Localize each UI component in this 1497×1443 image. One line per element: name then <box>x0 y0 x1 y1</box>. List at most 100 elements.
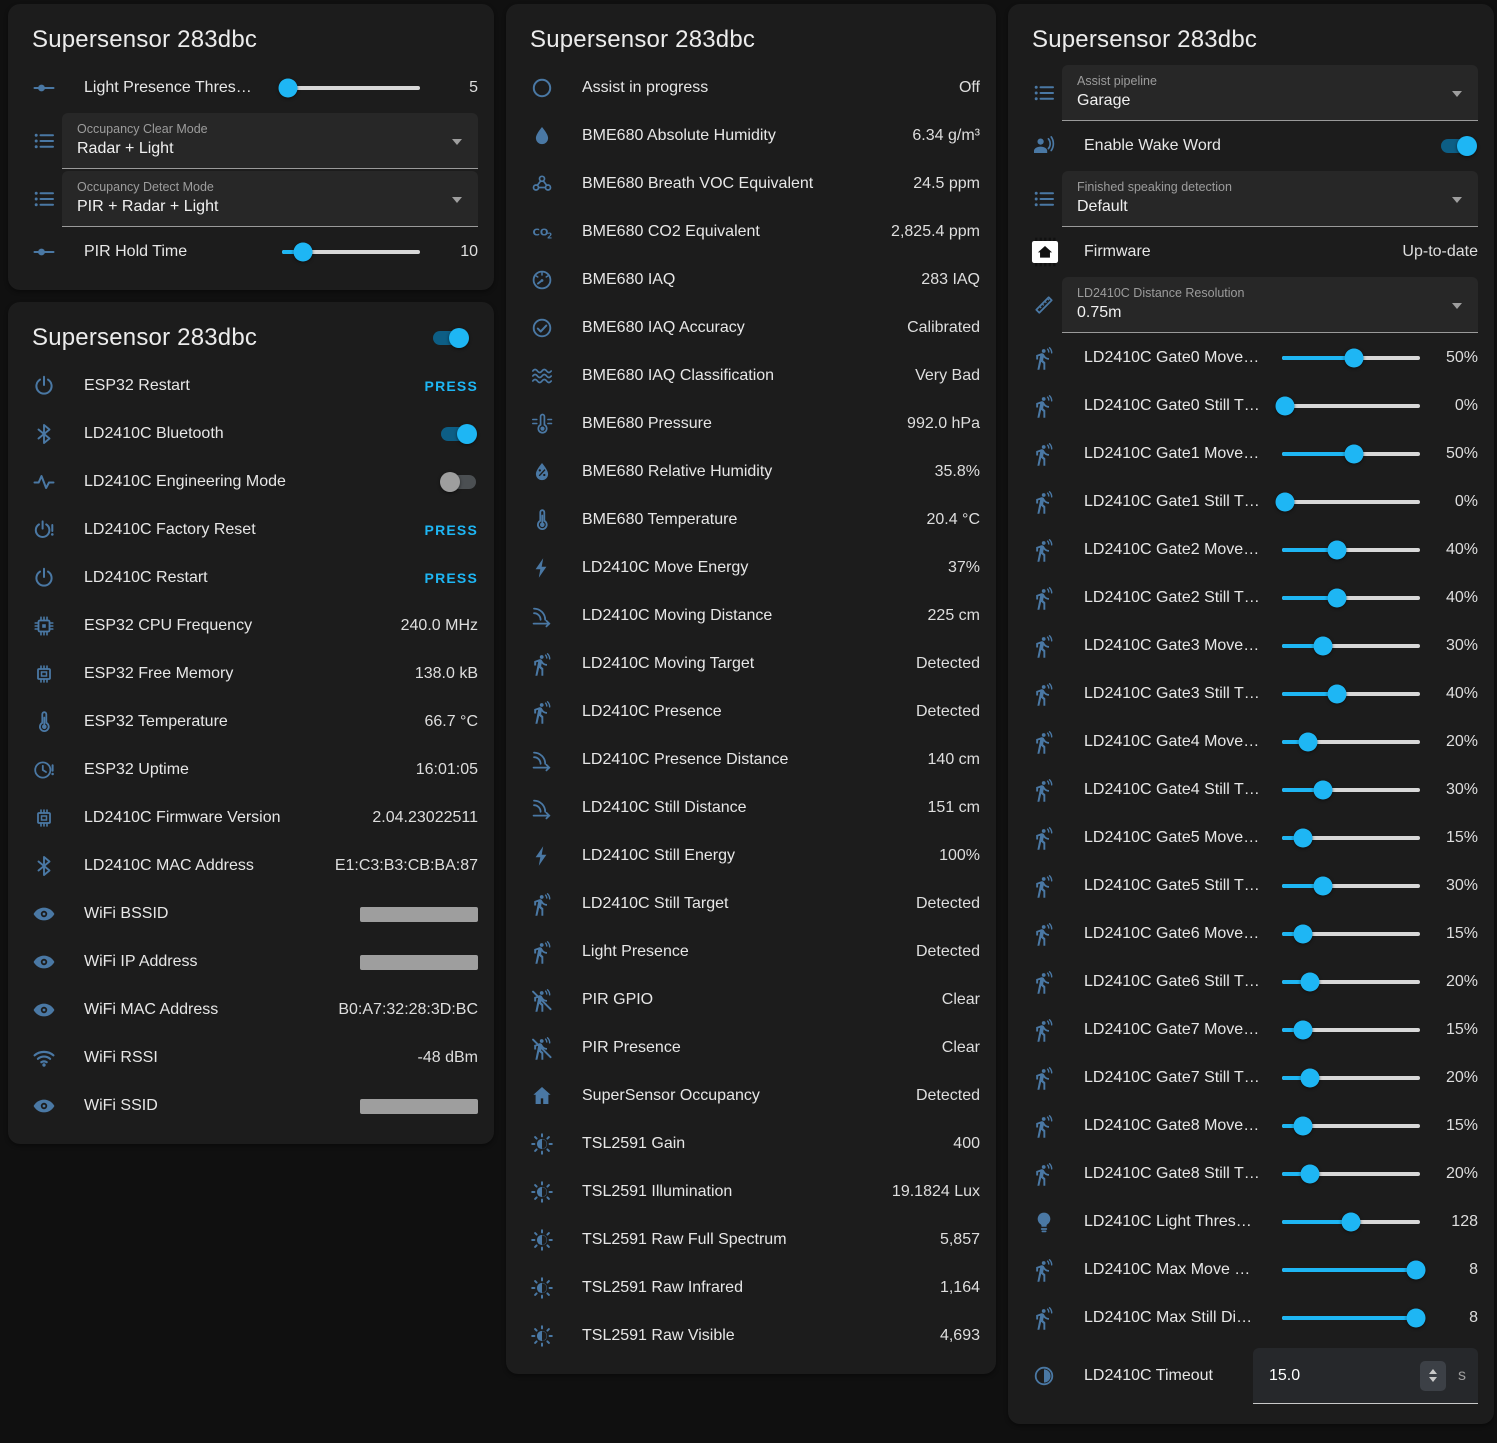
slider-thumb[interactable] <box>1293 829 1312 848</box>
row-ld2410c-moving-target[interactable]: LD2410C Moving TargetDetected <box>522 640 980 688</box>
select-assist-pipeline[interactable]: Assist pipelineGarage <box>1062 65 1478 121</box>
row-ld2410c-still-target[interactable]: LD2410C Still TargetDetected <box>522 880 980 928</box>
slider-ld2410c-gate3-move-thr[interactable] <box>1282 636 1420 656</box>
row-wifi-ip-address[interactable]: WiFi IP Address <box>24 938 478 986</box>
slider-thumb[interactable] <box>1406 1261 1425 1280</box>
row-esp32-cpu-frequency[interactable]: ESP32 CPU Frequency240.0 MHz <box>24 602 478 650</box>
slider-ld2410c-light-threshold[interactable] <box>1282 1212 1420 1232</box>
slider-thumb[interactable] <box>1314 637 1333 656</box>
row-bme680-iaq-classification[interactable]: BME680 IAQ ClassificationVery Bad <box>522 352 980 400</box>
slider-thumb[interactable] <box>1314 781 1333 800</box>
row-ld2410c-move-energy[interactable]: LD2410C Move Energy37% <box>522 544 980 592</box>
slider-thumb[interactable] <box>1299 733 1318 752</box>
row-tsl2591-illumination[interactable]: TSL2591 Illumination19.1824 Lux <box>522 1168 980 1216</box>
toggle-enable-wake-word[interactable] <box>1441 139 1476 153</box>
slider-thumb[interactable] <box>1293 1021 1312 1040</box>
slider-ld2410c-gate7-move-thr[interactable] <box>1282 1020 1420 1040</box>
row-bme680-pressure[interactable]: BME680 Pressure992.0 hPa <box>522 400 980 448</box>
select-finished-speaking-detection[interactable]: Finished speaking detectionDefault <box>1062 171 1478 227</box>
select-occupancy-clear-mode[interactable]: Occupancy Clear ModeRadar + Light <box>62 113 478 169</box>
row-ld2410c-moving-distance[interactable]: LD2410C Moving Distance225 cm <box>522 592 980 640</box>
slider-thumb[interactable] <box>1344 445 1363 464</box>
row-esp32-uptime[interactable]: ESP32 Uptime16:01:05 <box>24 746 478 794</box>
row-ld2410c-presence-distance[interactable]: LD2410C Presence Distance140 cm <box>522 736 980 784</box>
number-input-ld2410c-timeout[interactable]: 15.0s <box>1253 1348 1478 1404</box>
slider-ld2410c-gate1-still-thres[interactable] <box>1282 492 1420 512</box>
row-bme680-iaq[interactable]: BME680 IAQ283 IAQ <box>522 256 980 304</box>
slider-ld2410c-gate1-move-thr[interactable] <box>1282 444 1420 464</box>
row-light-presence[interactable]: Light PresenceDetected <box>522 928 980 976</box>
row-bme680-breath-voc-equivalent[interactable]: BME680 Breath VOC Equivalent24.5 ppm <box>522 160 980 208</box>
slider-light-presence-threshold[interactable] <box>282 78 420 98</box>
row-bme680-iaq-accuracy[interactable]: BME680 IAQ AccuracyCalibrated <box>522 304 980 352</box>
press-button-ld2410c-restart[interactable]: PRESS <box>425 570 478 586</box>
row-wifi-mac-address[interactable]: WiFi MAC AddressB0:A7:32:28:3D:BC <box>24 986 478 1034</box>
row-bme680-co2-equivalent[interactable]: BME680 CO2 Equivalent2,825.4 ppm <box>522 208 980 256</box>
slider-ld2410c-gate8-move-thr[interactable] <box>1282 1116 1420 1136</box>
slider-thumb[interactable] <box>1293 925 1312 944</box>
toggle-ld2410c-bluetooth[interactable] <box>441 427 476 441</box>
slider-ld2410c-max-still-distanc[interactable] <box>1282 1308 1420 1328</box>
row-pir-gpio[interactable]: PIR GPIOClear <box>522 976 980 1024</box>
press-button-ld2410c-factory-reset[interactable]: PRESS <box>425 522 478 538</box>
slider-thumb[interactable] <box>1293 1117 1312 1136</box>
press-button-esp32-restart[interactable]: PRESS <box>425 378 478 394</box>
slider-ld2410c-max-move-dista[interactable] <box>1282 1260 1420 1280</box>
slider-ld2410c-gate2-still-thres[interactable] <box>1282 588 1420 608</box>
slider-ld2410c-gate3-still-thres[interactable] <box>1282 684 1420 704</box>
slider-thumb[interactable] <box>1275 397 1294 416</box>
row-tsl2591-raw-infrared[interactable]: TSL2591 Raw Infrared1,164 <box>522 1264 980 1312</box>
row-pir-presence[interactable]: PIR PresenceClear <box>522 1024 980 1072</box>
row-bme680-absolute-humidity[interactable]: BME680 Absolute Humidity6.34 g/m³ <box>522 112 980 160</box>
row-bme680-temperature[interactable]: BME680 Temperature20.4 °C <box>522 496 980 544</box>
slider-pir-hold-time[interactable] <box>282 242 420 262</box>
slider-thumb[interactable] <box>278 79 297 98</box>
slider-thumb[interactable] <box>1300 973 1319 992</box>
row-wifi-bssid[interactable]: WiFi BSSID <box>24 890 478 938</box>
row-wifi-rssi[interactable]: WiFi RSSI-48 dBm <box>24 1034 478 1082</box>
row-assist-in-progress[interactable]: Assist in progressOff <box>522 64 980 112</box>
row-ld2410c-still-distance[interactable]: LD2410C Still Distance151 cm <box>522 784 980 832</box>
row-supersensor-occupancy[interactable]: SuperSensor OccupancyDetected <box>522 1072 980 1120</box>
slider-ld2410c-gate5-still-thres[interactable] <box>1282 876 1420 896</box>
row-wifi-ssid[interactable]: WiFi SSID <box>24 1082 478 1130</box>
row-ld2410c-presence[interactable]: LD2410C PresenceDetected <box>522 688 980 736</box>
slider-ld2410c-gate2-move-thr[interactable] <box>1282 540 1420 560</box>
row-ld2410c-firmware-version[interactable]: LD2410C Firmware Version2.04.23022511 <box>24 794 478 842</box>
slider-thumb[interactable] <box>1314 877 1333 896</box>
slider-ld2410c-gate4-still-thres[interactable] <box>1282 780 1420 800</box>
row-ld2410c-still-energy[interactable]: LD2410C Still Energy100% <box>522 832 980 880</box>
card-power-toggle[interactable] <box>433 331 468 345</box>
slider-ld2410c-gate6-still-thres[interactable] <box>1282 972 1420 992</box>
slider-thumb[interactable] <box>1342 1213 1361 1232</box>
stepper-up-icon[interactable] <box>1429 1369 1437 1374</box>
select-ld2410c-distance-resolution[interactable]: LD2410C Distance Resolution0.75m <box>1062 277 1478 333</box>
row-ld2410c-mac-address[interactable]: LD2410C MAC AddressE1:C3:B3:CB:BA:87 <box>24 842 478 890</box>
slider-thumb[interactable] <box>1328 685 1347 704</box>
slider-thumb[interactable] <box>1328 541 1347 560</box>
slider-thumb[interactable] <box>1300 1165 1319 1184</box>
select-occupancy-detect-mode[interactable]: Occupancy Detect ModePIR + Radar + Light <box>62 171 478 227</box>
slider-ld2410c-gate8-still-thres[interactable] <box>1282 1164 1420 1184</box>
row-tsl2591-raw-full-spectrum[interactable]: TSL2591 Raw Full Spectrum5,857 <box>522 1216 980 1264</box>
slider-ld2410c-gate5-move-thr[interactable] <box>1282 828 1420 848</box>
row-bme680-relative-humidity[interactable]: BME680 Relative Humidity35.8% <box>522 448 980 496</box>
slider-thumb[interactable] <box>1300 1069 1319 1088</box>
stepper-down-icon[interactable] <box>1429 1377 1437 1382</box>
row-esp32-temperature[interactable]: ESP32 Temperature66.7 °C <box>24 698 478 746</box>
row-esp32-free-memory[interactable]: ESP32 Free Memory138.0 kB <box>24 650 478 698</box>
slider-ld2410c-gate0-move-thr[interactable] <box>1282 348 1420 368</box>
slider-ld2410c-gate7-still-thres[interactable] <box>1282 1068 1420 1088</box>
slider-ld2410c-gate0-still-thres[interactable] <box>1282 396 1420 416</box>
slider-thumb[interactable] <box>1406 1309 1425 1328</box>
row-tsl2591-gain[interactable]: TSL2591 Gain400 <box>522 1120 980 1168</box>
slider-thumb[interactable] <box>1275 493 1294 512</box>
slider-thumb[interactable] <box>293 243 312 262</box>
stepper-control[interactable] <box>1420 1361 1446 1391</box>
slider-ld2410c-gate6-move-thr[interactable] <box>1282 924 1420 944</box>
slider-ld2410c-gate4-move-thr[interactable] <box>1282 732 1420 752</box>
row-tsl2591-raw-visible[interactable]: TSL2591 Raw Visible4,693 <box>522 1312 980 1360</box>
toggle-ld2410c-engineering-mode[interactable] <box>441 475 476 489</box>
slider-thumb[interactable] <box>1328 589 1347 608</box>
slider-thumb[interactable] <box>1344 349 1363 368</box>
